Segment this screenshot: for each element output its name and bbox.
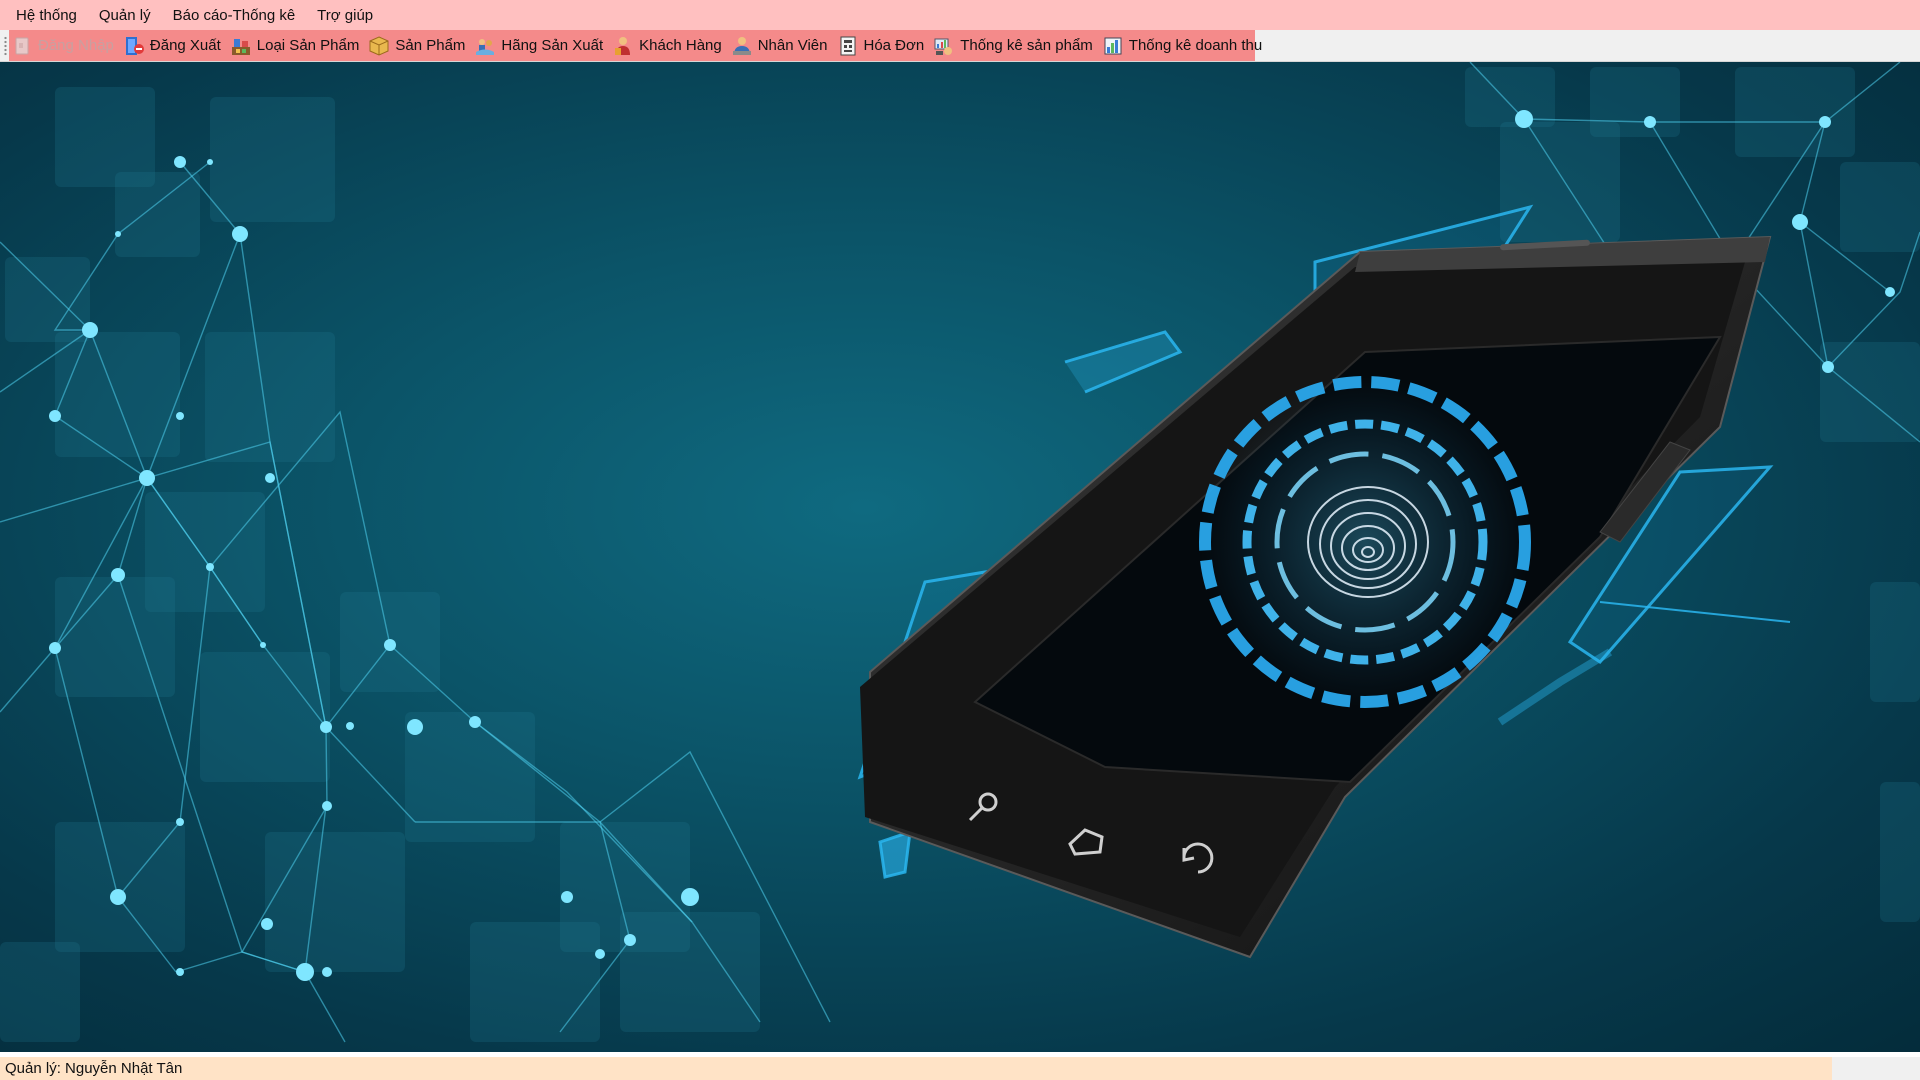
menu-he-thong[interactable]: Hệ thống	[0, 0, 88, 30]
manufacturer-icon	[476, 38, 495, 55]
revenue-stats-icon	[1104, 37, 1122, 54]
employee-button[interactable]: Nhân Viên	[729, 32, 832, 59]
background-area	[0, 62, 1920, 1052]
product-label: Sản Phẩm	[395, 37, 466, 54]
toolbar-strip: Đăng Nhập Đăng Xuất Loại Sản Phẩm Sản Ph…	[0, 30, 1920, 62]
product-box-icon	[369, 35, 389, 56]
main-window: Hệ thống Quản lý Báo cáo-Thống kê Trợ gi…	[0, 0, 1920, 1080]
manufacturer-button[interactable]: Hãng Sản Xuất	[472, 32, 607, 59]
product-type-button[interactable]: Loại Sản Phẩm	[228, 32, 364, 59]
manufacturer-label: Hãng Sản Xuất	[501, 37, 604, 54]
logout-button[interactable]: Đăng Xuất	[121, 32, 225, 59]
customer-label: Khách Hàng	[639, 37, 722, 54]
login-button[interactable]: Đăng Nhập	[9, 32, 118, 59]
revenue-stats-button[interactable]: Thống kê doanh thu	[1100, 32, 1266, 59]
login-label: Đăng Nhập	[38, 37, 114, 54]
menu-quan-ly[interactable]: Quản lý	[88, 0, 162, 30]
menu-bar: Hệ thống Quản lý Báo cáo-Thống kê Trợ gi…	[0, 0, 1920, 30]
background-image	[0, 62, 1920, 1043]
customer-button[interactable]: Khách Hàng	[610, 32, 726, 59]
employee-label: Nhân Viên	[757, 37, 828, 54]
product-button[interactable]: Sản Phẩm	[366, 32, 469, 59]
invoice-button[interactable]: Hóa Đơn	[835, 32, 929, 59]
customer-icon	[615, 36, 631, 55]
logout-icon	[125, 36, 144, 55]
invoice-icon	[840, 36, 855, 55]
product-stats-label: Thống kê sản phẩm	[960, 37, 1093, 54]
login-icon	[15, 37, 29, 54]
menu-tro-giup[interactable]: Trợ giúp	[306, 0, 384, 30]
toolbar: Đăng Nhập Đăng Xuất Loại Sản Phẩm Sản Ph…	[9, 30, 1262, 61]
logout-label: Đăng Xuất	[149, 37, 221, 54]
status-panel: Quản lý: Nguyễn Nhật Tân	[0, 1057, 1832, 1080]
toolbar-grip[interactable]	[4, 36, 7, 56]
product-type-label: Loại Sản Phẩm	[256, 37, 360, 54]
revenue-stats-label: Thống kê doanh thu	[1128, 37, 1263, 54]
product-stats-icon	[934, 38, 953, 55]
product-type-icon	[231, 38, 250, 55]
invoice-label: Hóa Đơn	[863, 37, 925, 54]
employee-icon	[732, 36, 751, 55]
menu-bao-cao-thong-ke[interactable]: Báo cáo-Thống kê	[162, 0, 307, 30]
product-stats-button[interactable]: Thống kê sản phẩm	[931, 32, 1097, 59]
status-user-text: Quản lý: Nguyễn Nhật Tân	[5, 1060, 183, 1077]
status-bar: Quản lý: Nguyễn Nhật Tân	[0, 1057, 1920, 1080]
